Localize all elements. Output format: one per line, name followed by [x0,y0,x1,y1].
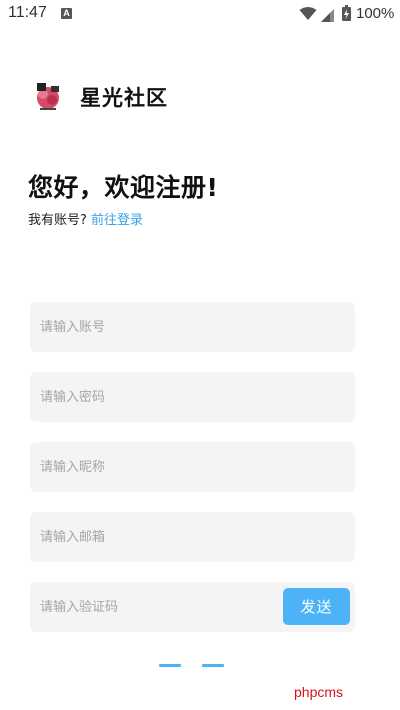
account-prompt: 我有账号? 前往登录 [28,209,143,228]
page-indicator-1 [159,664,181,667]
account-prompt-text: 我有账号? [28,213,87,228]
brand-name: 星光社区 [80,86,168,110]
status-time: 11:47 [8,4,47,21]
password-input[interactable] [30,372,355,422]
watermark: phpcms [294,684,344,700]
battery-percent: 100% [356,5,395,22]
page-title: 您好，欢迎注册! [28,173,219,202]
login-link[interactable]: 前往登录 [91,213,143,228]
page-indicator-2 [202,664,224,667]
account-input[interactable] [30,302,355,352]
brand-logo-icon [32,80,64,112]
nickname-input[interactable] [30,442,355,492]
battery-icon [342,5,351,25]
wifi-icon [299,6,317,25]
send-code-button[interactable]: 发送 [283,588,350,625]
status-bar: 11:47 A 100% [0,0,400,28]
notification-icon: A [61,8,72,19]
signal-icon [321,7,335,26]
email-input[interactable] [30,512,355,562]
